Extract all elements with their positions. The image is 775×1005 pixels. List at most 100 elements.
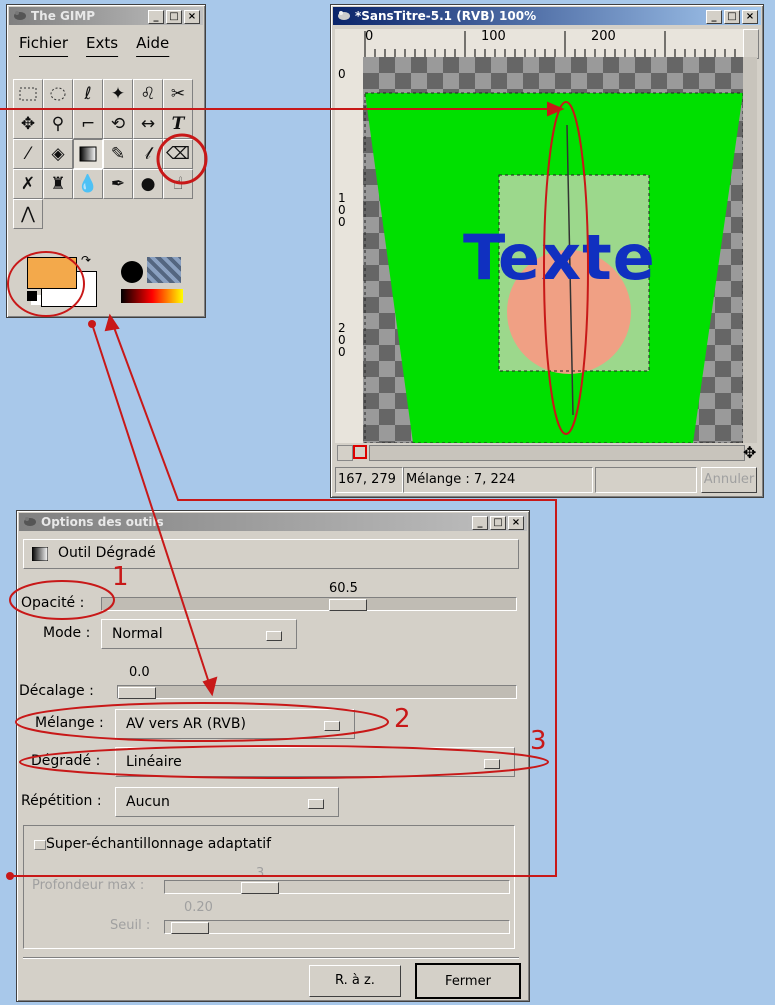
maximize-button[interactable]: □ <box>490 516 506 530</box>
offset-slider-thumb[interactable] <box>118 687 156 699</box>
close-button[interactable]: × <box>742 10 758 24</box>
blend-tool-icon <box>32 547 48 561</box>
toolbox-titlebar[interactable]: The GIMP _ □ × <box>9 7 203 25</box>
image-titlebar[interactable]: *SansTitre-5.1 (RVB) 100% _ □ × <box>333 7 761 25</box>
connector-arrowhead <box>104 313 120 332</box>
vertical-scrollbar[interactable] <box>743 57 757 443</box>
supersample-label[interactable]: Super-échantillonnage adaptatif <box>46 836 271 852</box>
repeat-select[interactable]: Aucun <box>115 787 339 817</box>
menu-exts[interactable]: Exts <box>86 34 118 52</box>
transform-tool[interactable]: ⟲ <box>103 109 133 139</box>
color-picker-tool[interactable]: ⁄ <box>13 139 43 169</box>
fuzzy-select-tool[interactable]: ✦ <box>103 79 133 109</box>
maximize-button[interactable]: □ <box>724 10 740 24</box>
cancel-button[interactable]: Annuler <box>701 467 757 493</box>
blend-select[interactable]: AV vers AR (RVB) <box>115 709 355 739</box>
horizontal-ruler: 0 100 200 <box>363 29 743 58</box>
vruler-6: 0 <box>338 345 346 359</box>
magnify-tool[interactable]: ⚲ <box>43 109 73 139</box>
image-window: *SansTitre-5.1 (RVB) 100% _ □ × 0 100 20… <box>330 4 764 498</box>
bucket-fill-tool[interactable]: ◈ <box>43 139 73 169</box>
horizontal-scrollbar[interactable] <box>369 445 745 461</box>
color-area: ↷ <box>17 251 101 307</box>
ruler-label-100: 100 <box>481 29 506 44</box>
rect-select-tool[interactable] <box>13 79 43 109</box>
move-tool[interactable]: ✥ <box>13 109 43 139</box>
vruler-0: 0 <box>338 67 346 81</box>
supersample-frame: Super-échantillonnage adaptatif 3 Profon… <box>23 825 515 949</box>
navigate-icon[interactable]: ✥ <box>743 443 756 462</box>
toolbox-menubar: Fichier Exts Aide <box>13 29 199 57</box>
crop-tool[interactable]: ⌐ <box>73 109 103 139</box>
menu-fichier[interactable]: Fichier <box>19 34 68 52</box>
minimize-button[interactable]: _ <box>706 10 722 24</box>
options-titlebar[interactable]: Options des outils _ □ × <box>19 513 527 531</box>
minimize-button[interactable]: _ <box>472 516 488 530</box>
eraser-tool[interactable]: ⌫ <box>163 139 193 169</box>
gradient-select[interactable]: Linéaire <box>115 747 515 777</box>
swap-colors-icon[interactable]: ↷ <box>81 253 91 267</box>
gimp-icon <box>338 11 350 20</box>
airbrush-tool[interactable]: ✗ <box>13 169 43 199</box>
close-options-button[interactable]: Fermer <box>415 963 521 999</box>
offset-slider[interactable] <box>117 685 517 699</box>
text-tool[interactable]: T <box>163 109 193 139</box>
supersample-checkbox[interactable] <box>34 840 46 850</box>
dot-top <box>88 320 96 328</box>
reset-button[interactable]: R. à z. <box>309 965 401 997</box>
close-button[interactable]: × <box>508 516 524 530</box>
button-separator <box>23 957 519 959</box>
pattern-indicator-icon[interactable] <box>147 257 181 283</box>
blend-tool[interactable] <box>73 139 103 169</box>
dropdown-icon <box>266 631 282 641</box>
vruler-3: 0 <box>338 215 346 229</box>
threshold-value: 0.20 <box>184 900 213 915</box>
bezier-tool[interactable]: ♌ <box>133 79 163 109</box>
clone-tool[interactable]: ♜ <box>43 169 73 199</box>
flip-tool[interactable]: ↔ <box>133 109 163 139</box>
dropdown-icon <box>308 799 324 809</box>
opacity-slider[interactable] <box>101 597 517 611</box>
dropdown-icon <box>484 759 500 769</box>
brush-indicator-icon[interactable] <box>121 261 143 283</box>
gimp-icon <box>14 11 26 20</box>
mode-label: Mode : <box>43 625 91 641</box>
minimize-button[interactable]: _ <box>148 10 164 24</box>
status-text: Mélange : 7, 224 <box>403 467 593 493</box>
quickmask-on-icon[interactable] <box>353 445 367 459</box>
pencil-tool[interactable]: ✎ <box>103 139 133 169</box>
ink-tool[interactable]: ✒ <box>103 169 133 199</box>
opacity-slider-thumb[interactable] <box>329 599 367 611</box>
image-canvas[interactable]: Texte <box>363 57 743 443</box>
offset-label: Décalage : <box>19 683 94 699</box>
ellipse-select-tool[interactable] <box>43 79 73 109</box>
close-button[interactable]: × <box>184 10 200 24</box>
foreground-color-swatch[interactable] <box>27 257 77 289</box>
progress-bar <box>595 467 697 493</box>
ruler-label-200: 200 <box>591 29 616 44</box>
mode-select[interactable]: Normal <box>101 619 297 649</box>
gradient-value: Linéaire <box>126 754 182 770</box>
paintbrush-tool[interactable]: 𝓁 <box>133 139 163 169</box>
scissors-tool[interactable]: ✂ <box>163 79 193 109</box>
blend-label: Mélange : <box>35 715 104 731</box>
maximize-button[interactable]: □ <box>166 10 182 24</box>
dodge-tool[interactable]: ● <box>133 169 163 199</box>
offset-value: 0.0 <box>129 665 150 680</box>
annotation-3: 3 <box>530 726 547 756</box>
convolve-tool[interactable]: 💧 <box>73 169 103 199</box>
lasso-tool[interactable]: ℓ <box>73 79 103 109</box>
gradient-indicator[interactable] <box>121 289 183 303</box>
ruler-label-0: 0 <box>365 29 374 44</box>
smudge-tool[interactable]: ☝ <box>163 169 193 199</box>
threshold-label: Seuil : <box>110 918 151 933</box>
measure-tool[interactable]: ⋀ <box>13 199 43 229</box>
blend-value: AV vers AR (RVB) <box>126 716 246 732</box>
menu-aide[interactable]: Aide <box>136 34 169 52</box>
scroll-up-button[interactable] <box>743 29 759 59</box>
default-colors-icon[interactable] <box>27 291 37 301</box>
quickmask-icon[interactable] <box>337 445 353 461</box>
max-depth-slider <box>164 880 510 894</box>
opacity-value: 60.5 <box>329 581 358 596</box>
canvas-text: Texte <box>463 221 656 294</box>
